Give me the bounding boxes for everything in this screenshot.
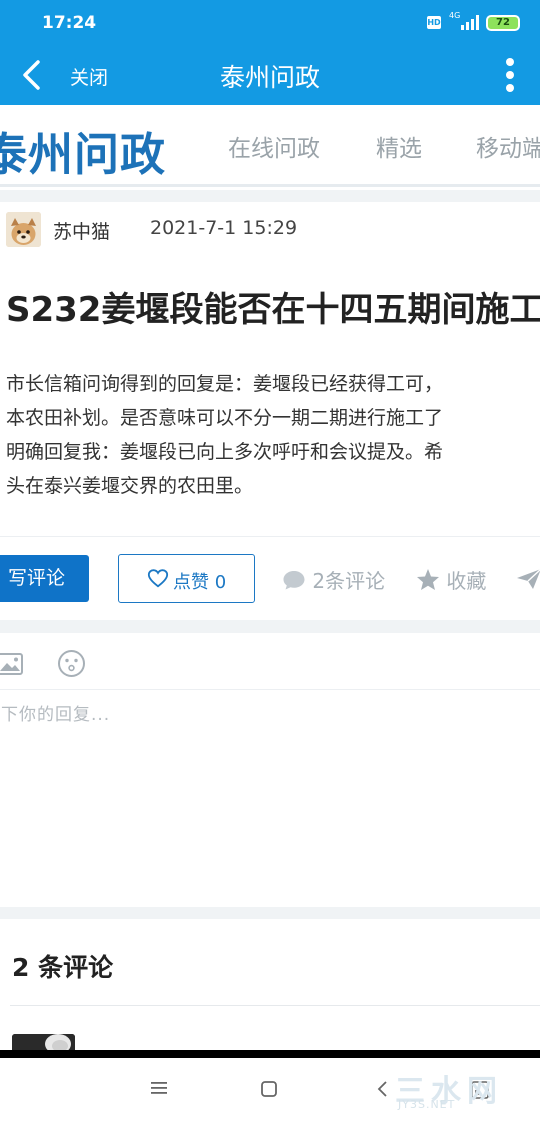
- more-options-icon[interactable]: [500, 56, 520, 96]
- image-icon[interactable]: [0, 652, 24, 676]
- status-time: 17:24: [42, 13, 97, 33]
- battery-indicator: 72: [486, 15, 520, 31]
- chat-bubble-icon: [283, 571, 305, 590]
- commenter-avatar-image: [12, 1034, 75, 1050]
- reply-toolbar: [0, 633, 540, 690]
- status-bar: 17:24 HD 4G 72: [0, 0, 540, 46]
- divider: [10, 1005, 540, 1006]
- hd-badge: HD: [427, 16, 441, 29]
- app-title: 泰州问政: [219, 63, 320, 92]
- section-gap: [0, 620, 540, 633]
- post-body-line: 本农田补划。是否意味可以不分一期二期进行施工了: [6, 407, 444, 429]
- post-body: 市长信箱问询得到的回复是：姜堰段已经获得工可， 本农田补划。是否意味可以不分一期…: [6, 367, 540, 503]
- author-name[interactable]: 苏中猫: [53, 217, 110, 244]
- post-body-line: 头在泰兴姜堰交界的农田里。: [6, 475, 254, 497]
- tab-mobile[interactable]: 移动端: [476, 129, 540, 163]
- post-body-line: 市长信箱问询得到的回复是：姜堰段已经获得工可，: [6, 373, 444, 395]
- network-type: 4G: [449, 11, 461, 20]
- write-comment-button[interactable]: 写评论: [0, 555, 89, 602]
- comments-count-button[interactable]: 2条评论: [282, 565, 385, 594]
- reply-input[interactable]: 写下你的回复...: [0, 700, 110, 725]
- site-header: 泰州问政 在线问政 精选 移动端: [0, 105, 540, 187]
- tab-featured[interactable]: 精选: [376, 129, 422, 163]
- home-icon[interactable]: [260, 1080, 278, 1098]
- commenter-avatar[interactable]: [12, 1034, 75, 1050]
- like-button[interactable]: 点赞 0: [118, 554, 255, 603]
- back-nav-icon[interactable]: [376, 1080, 390, 1098]
- comments-count-label: 2条评论: [312, 569, 386, 593]
- section-gap: [0, 907, 540, 919]
- dog-avatar-icon: [6, 212, 41, 247]
- post-timestamp: 2021-7-1 15:29: [150, 217, 298, 239]
- favorite-label: 收藏: [446, 569, 487, 593]
- heart-icon: [147, 569, 169, 588]
- share-icon[interactable]: [515, 567, 540, 591]
- signal-icon: [461, 15, 479, 30]
- post-title: S232姜堰段能否在十四五期间施工: [6, 290, 540, 330]
- watermark-url: JY3S.NET: [398, 1098, 456, 1111]
- star-icon: [417, 569, 439, 590]
- author-avatar[interactable]: [6, 212, 41, 247]
- like-label: 点赞 0: [173, 572, 227, 593]
- menu-icon[interactable]: [150, 1080, 168, 1096]
- app-bar: 关闭 泰州问政: [0, 46, 540, 105]
- tab-online-inquiry[interactable]: 在线问政: [228, 129, 320, 163]
- favorite-button[interactable]: 收藏: [416, 565, 486, 594]
- section-gap: [0, 190, 540, 202]
- site-logo[interactable]: 泰州问政: [0, 118, 166, 183]
- action-bar: 写评论 点赞 0 2条评论 收藏: [0, 536, 540, 620]
- post-body-line: 明确回复我：姜堰段已向上多次呼吁和会议提及。希: [6, 441, 444, 463]
- emoji-icon[interactable]: [57, 649, 86, 678]
- comments-heading: 2 条评论: [12, 953, 114, 982]
